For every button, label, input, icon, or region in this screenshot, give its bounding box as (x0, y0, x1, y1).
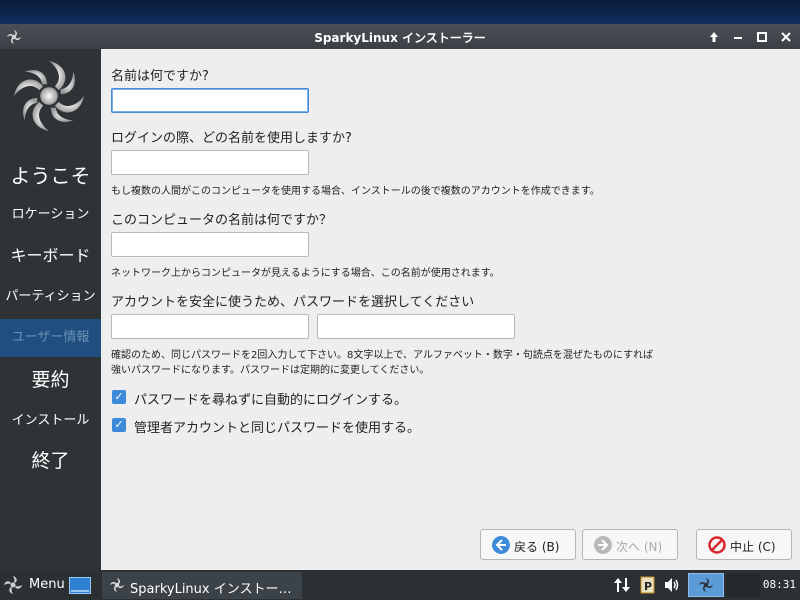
hostname-input[interactable] (111, 232, 309, 257)
cancel-button[interactable]: 中止 (C) (696, 529, 792, 560)
hostname-label: このコンピュータの名前は何ですか？ (111, 213, 333, 228)
admin-same-password-label[interactable]: 管理者アカウントと同じパスワードを使用する。 (134, 417, 420, 436)
password-hint-line2: 強いパスワードになります。パスワードは定期的に変更してください。 (111, 365, 430, 376)
desktop-icon[interactable] (69, 577, 91, 594)
title-bar[interactable]: SparkyLinux インストーラー (0, 24, 800, 49)
close-icon[interactable] (777, 28, 795, 46)
installer-window: SparkyLinux インストーラー ようこそ ロケーション キーボード パー… (0, 24, 800, 570)
back-button[interactable]: 戻る (B) (480, 529, 576, 560)
password-confirm-input[interactable] (317, 314, 515, 339)
taskbar: Menu SparkyLinux インストー… P 08:31 (0, 570, 800, 600)
workspace-2[interactable] (726, 573, 760, 597)
cancel-button-label: 中止 (C) (730, 540, 776, 554)
window-title: SparkyLinux インストーラー (314, 31, 486, 45)
workspace-switcher[interactable] (688, 573, 724, 597)
next-button-label: 次へ (N) (616, 540, 663, 554)
next-arrow-icon (594, 536, 612, 554)
task-label: SparkyLinux インストー… (130, 582, 292, 597)
password-label: アカウントを安全に使うため、パスワードを選択してください (111, 295, 475, 310)
autologin-checkbox[interactable]: ✓ (112, 390, 126, 404)
admin-same-password-checkbox[interactable]: ✓ (112, 418, 126, 432)
hostname-hint: ネットワーク上からコンピュータが見えるようにする場合、この名前が使用されます。 (111, 268, 500, 279)
back-arrow-icon (492, 536, 510, 554)
sidebar-item-welcome: ようこそ (10, 164, 91, 188)
sidebar: ようこそ ロケーション キーボード パーティション ユーザー情報 要約 インスト… (0, 49, 101, 570)
package-updater-icon[interactable]: P (639, 576, 657, 594)
taskbar-task-installer[interactable]: SparkyLinux インストー… (102, 572, 302, 599)
installer-task-icon (110, 578, 124, 592)
sidebar-item-summary: 要約 (31, 369, 70, 391)
login-name-input[interactable] (111, 150, 309, 175)
maximize-icon[interactable] (753, 28, 771, 46)
clock[interactable]: 08:31 (763, 578, 796, 591)
svg-text:P: P (644, 580, 652, 593)
back-button-label: 戻る (B) (514, 540, 560, 554)
keep-above-icon[interactable] (705, 28, 723, 46)
sidebar-item-location: ロケーション (11, 207, 90, 222)
menu-label: Menu (29, 577, 65, 592)
login-hint: もし複数の人間がこのコンピュータを使用する場合、インストールの後で複数のアカウン… (111, 186, 600, 197)
sidebar-item-keyboard: キーボード (10, 246, 91, 265)
password-hint-line1: 確認のため、同じパスワードを2回入力して下さい。8文字以上で、アルファベット・数… (111, 350, 654, 361)
minimize-icon[interactable] (729, 28, 747, 46)
sidebar-item-partition: パーティション (5, 289, 96, 304)
password-input[interactable] (111, 314, 309, 339)
network-transfer-icon[interactable] (613, 576, 631, 594)
desktop-background (0, 0, 800, 24)
user-info-page: 名前は何ですか? ログインの際、どの名前を使用しますか? もし複数の人間がこのコ… (101, 49, 800, 570)
sidebar-item-finish: 終了 (31, 450, 70, 472)
name-label: 名前は何ですか? (111, 69, 209, 84)
workspace-app-icon (699, 578, 713, 592)
next-button[interactable]: 次へ (N) (582, 529, 678, 560)
login-label: ログインの際、どの名前を使用しますか? (111, 131, 352, 146)
full-name-input[interactable] (111, 88, 309, 113)
sparky-logo-icon (13, 60, 85, 132)
volume-icon[interactable] (663, 576, 681, 594)
cancel-stop-icon (708, 536, 726, 554)
sparky-menu-icon (4, 576, 22, 594)
sidebar-item-user-info: ユーザー情報 (0, 319, 101, 357)
sidebar-item-install: インストール (11, 413, 90, 428)
autologin-label[interactable]: パスワードを尋ねずに自動的にログインする。 (134, 389, 407, 408)
